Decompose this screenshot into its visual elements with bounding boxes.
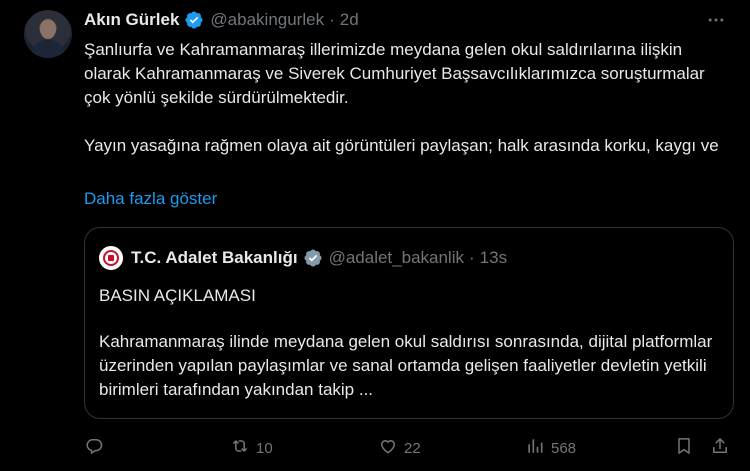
- share-button[interactable]: [710, 436, 730, 460]
- verified-icon: [303, 248, 323, 268]
- quote-author-name: T.C. Adalet Bakanlığı: [131, 248, 298, 267]
- retweet-count: 10: [256, 439, 273, 457]
- like-button[interactable]: 22: [378, 436, 421, 460]
- tweet-header: Akın Gürlek @abakingurlek · 2d: [84, 9, 359, 31]
- quote-header: T.C. Adalet Bakanlığı @adalet_bakanlik ·…: [99, 246, 507, 270]
- reply-icon: [84, 436, 104, 460]
- views-button[interactable]: 568: [525, 436, 576, 460]
- retweet-button[interactable]: 10: [230, 436, 273, 460]
- avatar-shirt: [32, 40, 64, 58]
- ministry-seal-icon: [103, 250, 119, 266]
- author-avatar[interactable]: [24, 10, 72, 58]
- quoted-tweet[interactable]: T.C. Adalet Bakanlığı @adalet_bakanlik ·…: [84, 227, 734, 419]
- show-more-link[interactable]: Daha fazla göster: [84, 187, 217, 211]
- views-icon: [525, 436, 545, 460]
- more-icon[interactable]: [706, 10, 726, 30]
- quote-title: BASIN AÇIKLAMASI: [99, 286, 256, 305]
- share-icon: [710, 436, 730, 460]
- tweet-paragraph-2: Yayın yasağına rağmen olaya ait görüntül…: [84, 136, 719, 155]
- retweet-icon: [230, 436, 250, 460]
- separator-dot: ·: [329, 10, 335, 29]
- avatar-face: [40, 19, 56, 39]
- tweet[interactable]: Akın Gürlek @abakingurlek · 2d Şanlıurfa…: [0, 0, 750, 471]
- tweet-text: Şanlıurfa ve Kahramanmaraş illerimizde m…: [84, 38, 724, 158]
- like-count: 22: [404, 439, 421, 457]
- action-bar: 10 22 568: [84, 436, 734, 460]
- tweet-time[interactable]: 2d: [340, 10, 359, 30]
- author-name[interactable]: Akın Gürlek: [84, 10, 179, 30]
- quote-author-handle: @adalet_bakanlik: [328, 248, 464, 267]
- verified-icon: [184, 10, 204, 30]
- bookmark-icon: [674, 436, 694, 460]
- quote-avatar: [99, 246, 123, 270]
- tweet-paragraph-1: Şanlıurfa ve Kahramanmaraş illerimizde m…: [84, 40, 705, 107]
- author-handle[interactable]: @abakingurlek: [210, 10, 324, 30]
- bookmark-button[interactable]: [674, 436, 694, 460]
- quote-body: Kahramanmaraş ilinde meydana gelen okul …: [99, 332, 713, 399]
- quote-time: 13s: [479, 248, 508, 267]
- reply-button[interactable]: [84, 436, 110, 460]
- separator-dot: ·: [468, 248, 475, 267]
- like-icon: [378, 436, 398, 460]
- views-count: 568: [551, 439, 577, 457]
